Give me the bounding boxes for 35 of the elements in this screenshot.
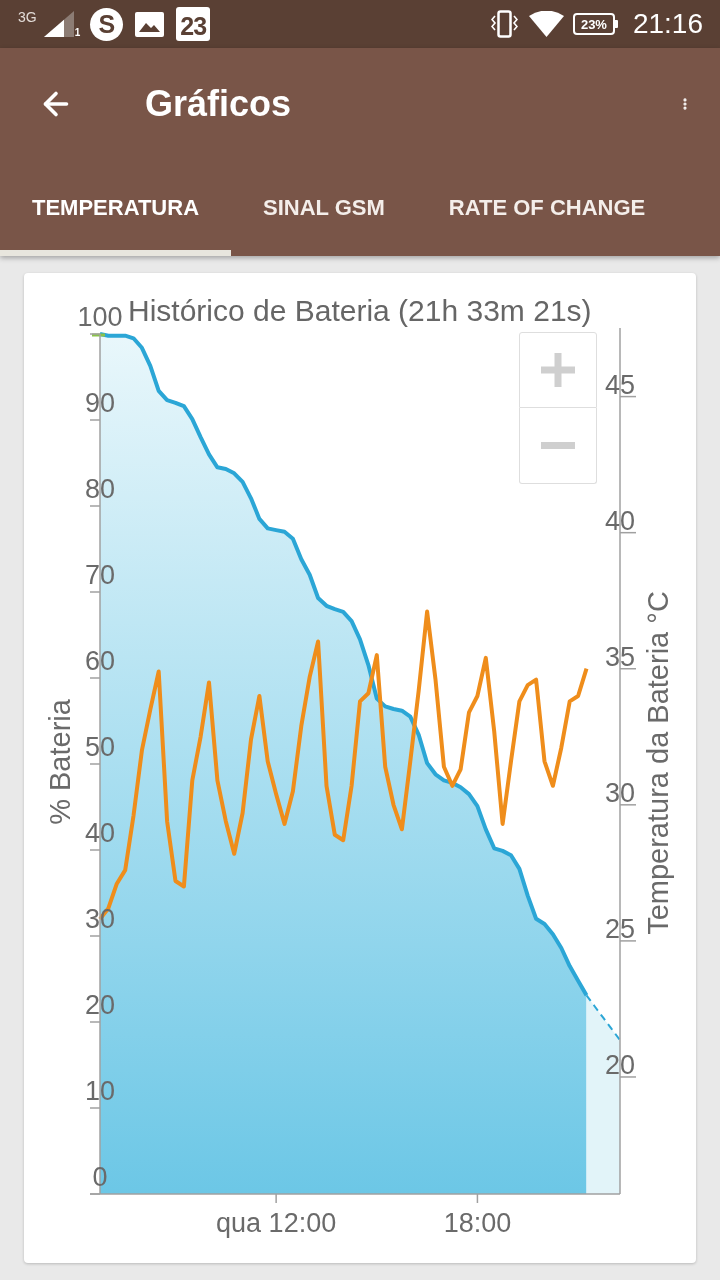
sim-number: 1 (74, 28, 81, 38)
tab[interactable]: RATE OF CHANGE (416, 160, 678, 256)
tab[interactable]: TEMPERATURA (0, 160, 232, 256)
x-tick-label: qua 12:00 (216, 1208, 337, 1238)
left-axis-title: % Bateria (43, 699, 76, 825)
calendar-icon: 23 (176, 7, 211, 41)
y2-tick-label: 40 (605, 505, 635, 536)
clock-time: 21:16 (632, 10, 703, 38)
minus-icon (541, 442, 575, 449)
image-icon (135, 11, 165, 37)
wifi-icon (528, 11, 564, 37)
y-tick-label: 100 (77, 302, 123, 332)
right-axis-title: Temperatura da Bateria °C (641, 591, 674, 935)
chat-app-icon: S (90, 7, 124, 41)
tab[interactable]: SINAL GSM (231, 160, 417, 256)
start-marker (92, 333, 105, 337)
y2-tick-label: 35 (605, 641, 635, 672)
y2-tick-label: 25 (605, 913, 635, 944)
y-tick-label: 30 (85, 904, 115, 934)
y-tick-label: 80 (85, 474, 115, 504)
y-tick-label: 60 (85, 646, 115, 676)
screen-title: Gráficos (145, 86, 292, 122)
signal-icon (43, 11, 74, 37)
battery-indicator: 23% (572, 13, 618, 35)
y2-tick-label: 45 (605, 369, 635, 400)
y2-tick-label: 30 (605, 777, 635, 808)
y-tick-label: 90 (85, 388, 115, 418)
x-tick-label: 18:00 (443, 1208, 512, 1238)
chart-title: Histórico de Bateria (21h 33m 21s) (128, 294, 592, 327)
y-tick-label: 70 (85, 560, 115, 590)
vibrate-icon (490, 10, 518, 38)
y2-tick-label: 20 (605, 1049, 635, 1080)
network-type: 3G (18, 10, 37, 24)
y-tick-label: 40 (85, 818, 115, 848)
plus-icon (541, 353, 575, 387)
